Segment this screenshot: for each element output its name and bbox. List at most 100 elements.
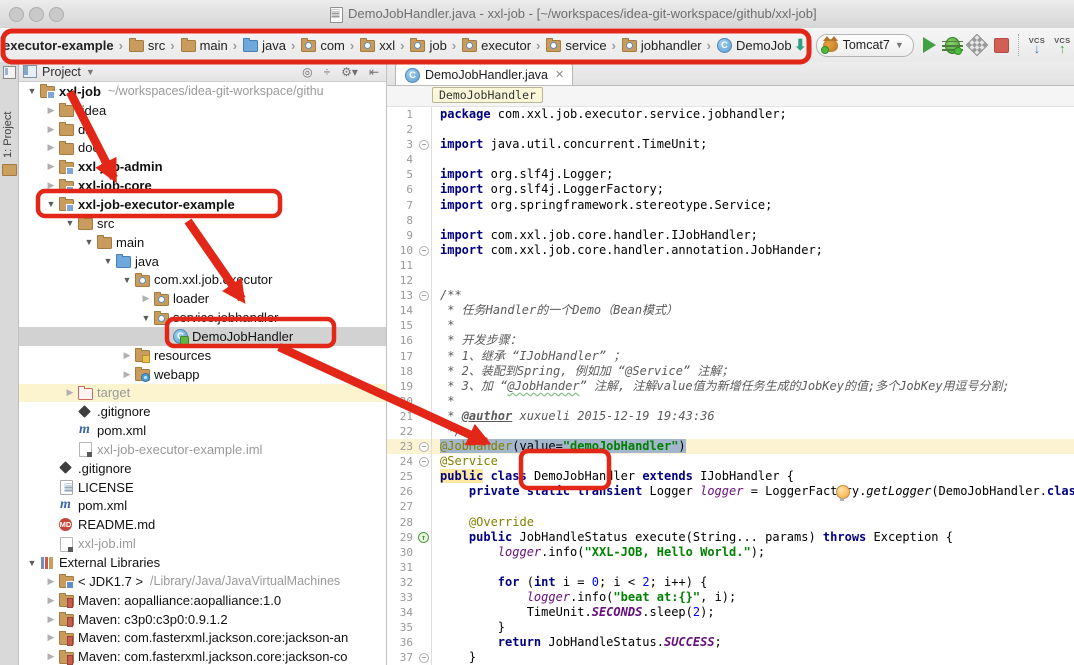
line-number[interactable]: 2 <box>387 122 417 137</box>
tree-toggle-icon[interactable]: ▶ <box>44 142 58 153</box>
code-text[interactable]: * 2、装配到Spring, 例如加 “@Service” 注解； <box>440 364 1074 379</box>
code-line-10[interactable]: 10−import com.xxl.job.core.handler.annot… <box>387 243 1074 258</box>
tree-item-service-jobhandler[interactable]: ▼service.jobhandler <box>19 308 386 327</box>
tree-item-idea[interactable]: ▶.idea <box>19 101 386 120</box>
line-number[interactable]: 25 <box>387 469 417 484</box>
code-text[interactable]: * <box>440 394 1074 409</box>
code-text[interactable]: for (int i = 0; i < 2; i++) { <box>440 575 1074 590</box>
line-number[interactable]: 21 <box>387 409 417 424</box>
code-line-29[interactable]: 29↑ public JobHandleStatus execute(Strin… <box>387 530 1074 545</box>
code-line-13[interactable]: 13−/** <box>387 288 1074 303</box>
line-number[interactable]: 11 <box>387 258 417 273</box>
code-text[interactable]: return JobHandleStatus.SUCCESS; <box>440 635 1074 650</box>
jump-to-source-icon[interactable]: ⬇ <box>794 36 807 54</box>
tree-item-maven-com-fasterxml-jackson-core-jackson-an[interactable]: ▶Maven: com.fasterxml.jackson.core:jacks… <box>19 628 386 647</box>
project-view-dropdown[interactable]: ▼ <box>86 67 95 77</box>
code-editor[interactable]: 1package com.xxl.job.executor.service.jo… <box>387 107 1074 665</box>
code-line-2[interactable]: 2 <box>387 122 1074 137</box>
line-number[interactable]: 15 <box>387 318 417 333</box>
line-number[interactable]: 37 <box>387 650 417 665</box>
code-line-3[interactable]: 3−import java.util.concurrent.TimeUnit; <box>387 137 1074 152</box>
code-line-17[interactable]: 17 * 1、继承 “IJobHandler” ； <box>387 349 1074 364</box>
code-line-33[interactable]: 33 logger.info("beat at:{}", i); <box>387 590 1074 605</box>
tree-toggle-icon[interactable]: ▶ <box>44 180 58 191</box>
line-number[interactable]: 9 <box>387 228 417 243</box>
line-number[interactable]: 4 <box>387 152 417 167</box>
tree-toggle-icon[interactable]: ▶ <box>44 614 58 625</box>
code-text[interactable] <box>440 213 1074 228</box>
fold-marker-icon[interactable]: − <box>419 291 429 301</box>
code-line-21[interactable]: 21 * @author xuxueli 2015-12-19 19:43:36 <box>387 409 1074 424</box>
line-number[interactable]: 1 <box>387 107 417 122</box>
line-number[interactable]: 18 <box>387 364 417 379</box>
code-line-26[interactable]: 26 private static transient Logger logge… <box>387 484 1074 499</box>
line-number[interactable]: 32 <box>387 575 417 590</box>
code-text[interactable]: import com.xxl.job.core.handler.annotati… <box>440 243 1074 258</box>
tree-item-xxl-job-executor-example-iml[interactable]: xxl-job-executor-example.iml <box>19 440 386 459</box>
line-number[interactable]: 26 <box>387 484 417 499</box>
tree-item-doc[interactable]: ▶doc <box>19 139 386 158</box>
run-button[interactable] <box>923 37 936 53</box>
tree-item-license[interactable]: LICENSE <box>19 478 386 497</box>
code-text[interactable]: TimeUnit.SECONDS.sleep(2); <box>440 605 1074 620</box>
editor-breadcrumb-chip[interactable]: DemoJobHandler <box>432 87 543 103</box>
code-line-37[interactable]: 37− } <box>387 650 1074 665</box>
tree-item-target[interactable]: ▶target <box>19 384 386 403</box>
line-number[interactable]: 5 <box>387 167 417 182</box>
vcs-update-button[interactable]: VCS ↓ <box>1029 37 1045 53</box>
line-number[interactable]: 22 <box>387 424 417 439</box>
tree-item-pom-xml[interactable]: mpom.xml <box>19 497 386 516</box>
code-text[interactable]: @JobHander(value="demoJobHandler") <box>440 439 1074 454</box>
code-line-31[interactable]: 31 <box>387 560 1074 575</box>
tree-item-gitignore[interactable]: .gitignore <box>19 402 386 421</box>
tree-toggle-icon[interactable]: ▶ <box>63 387 77 398</box>
tree-item-maven-c3p0-c3p0-0-9-1-2[interactable]: ▶Maven: c3p0:c3p0:0.9.1.2 <box>19 610 386 629</box>
code-line-34[interactable]: 34 TimeUnit.SECONDS.sleep(2); <box>387 605 1074 620</box>
code-line-28[interactable]: 28 @Override <box>387 515 1074 530</box>
fold-marker-icon[interactable]: − <box>419 457 429 467</box>
minimize-window-button[interactable] <box>29 7 44 22</box>
line-number[interactable]: 3 <box>387 137 417 152</box>
tree-toggle-icon[interactable]: ▶ <box>44 161 58 172</box>
line-number[interactable]: 33 <box>387 590 417 605</box>
breadcrumb-item-job[interactable]: job <box>408 36 447 55</box>
code-text[interactable]: import org.springframework.stereotype.Se… <box>440 198 1074 213</box>
code-text[interactable]: } <box>440 650 1074 665</box>
tree-toggle-icon[interactable]: ▶ <box>120 369 134 380</box>
tree-item-xxl-job-admin[interactable]: ▶xxl-job-admin <box>19 157 386 176</box>
tree-toggle-icon[interactable]: ▼ <box>25 86 39 96</box>
line-number[interactable]: 17 <box>387 349 417 364</box>
line-number[interactable]: 31 <box>387 560 417 575</box>
code-text[interactable] <box>440 152 1074 167</box>
tree-item-xxl-job-executor-example[interactable]: ▼xxl-job-executor-example <box>19 195 386 214</box>
tree-item-main[interactable]: ▼main <box>19 233 386 252</box>
code-line-22[interactable]: 22 */ <box>387 424 1074 439</box>
tree-toggle-icon[interactable]: ▼ <box>25 558 39 568</box>
line-number[interactable]: 10 <box>387 243 417 258</box>
line-number[interactable]: 8 <box>387 213 417 228</box>
code-text[interactable] <box>440 122 1074 137</box>
code-line-16[interactable]: 16 * 开发步骤： <box>387 333 1074 348</box>
code-line-6[interactable]: 6import org.slf4j.LoggerFactory; <box>387 182 1074 197</box>
code-line-12[interactable]: 12 <box>387 273 1074 288</box>
breadcrumb-item-com[interactable]: com <box>299 36 346 55</box>
line-number[interactable]: 23 <box>387 439 417 454</box>
fold-marker-icon[interactable]: − <box>419 442 429 452</box>
breadcrumb-item-demojobhandler[interactable]: CDemoJobHandler <box>715 36 792 55</box>
tree-item-maven-aopalliance-aopalliance-1-0[interactable]: ▶Maven: aopalliance:aopalliance:1.0 <box>19 591 386 610</box>
breadcrumb-item-java[interactable]: java <box>241 36 287 55</box>
code-text[interactable] <box>440 499 1074 514</box>
line-number[interactable]: 35 <box>387 620 417 635</box>
tree-item-resources[interactable]: ▶resources <box>19 346 386 365</box>
tree-item-com-xxl-job-executor[interactable]: ▼com.xxl.job.executor <box>19 270 386 289</box>
code-text[interactable]: /** <box>440 288 1074 303</box>
code-text[interactable]: logger.info("beat at:{}", i); <box>440 590 1074 605</box>
breadcrumb-item-service[interactable]: service <box>544 36 607 55</box>
debug-button[interactable] <box>945 37 960 54</box>
line-number[interactable]: 7 <box>387 198 417 213</box>
code-line-24[interactable]: 24−@Service <box>387 454 1074 469</box>
tree-toggle-icon[interactable]: ▶ <box>44 651 58 662</box>
tree-toggle-icon[interactable]: ▶ <box>120 350 134 361</box>
breadcrumb-item-executor-example[interactable]: executor-example <box>2 36 115 55</box>
tree-item-xxl-job[interactable]: ▼xxl-job~/workspaces/idea-git-workspace/… <box>19 82 386 101</box>
